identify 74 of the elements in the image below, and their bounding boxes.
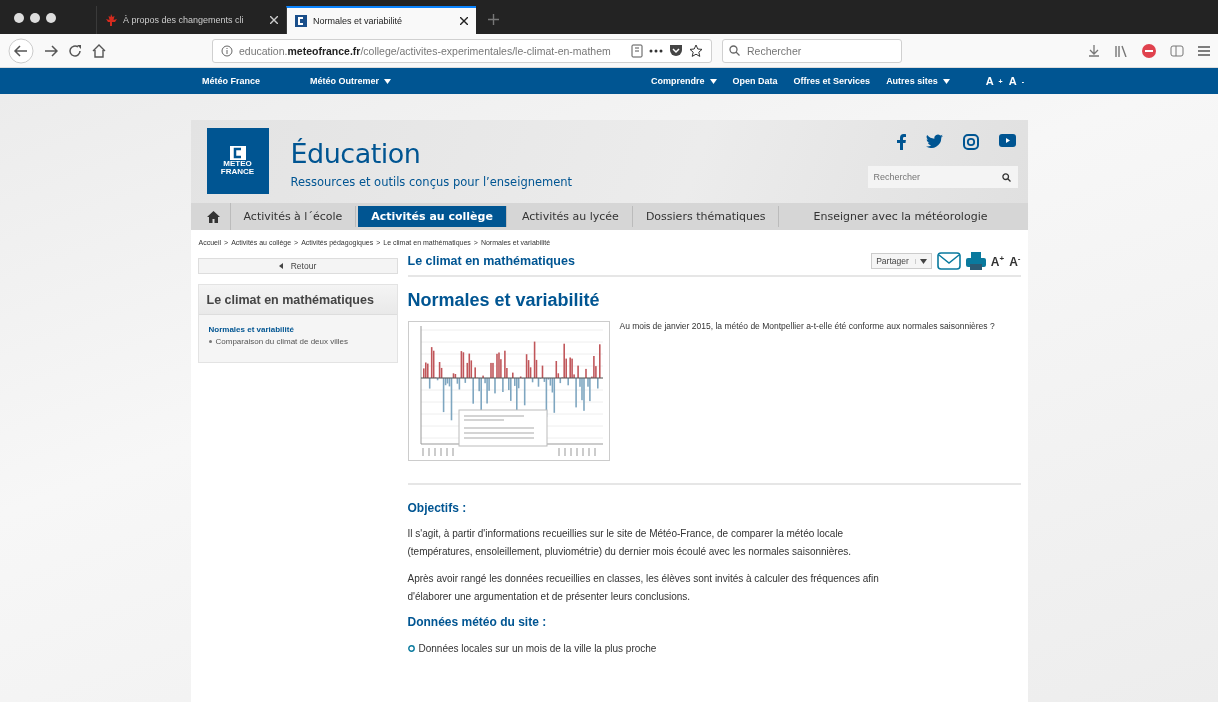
font-size-button[interactable]: A$^{-}$ [1009,253,1021,269]
share-button[interactable]: Partager [871,253,932,269]
logo-text: FRANCE [220,168,255,177]
nav-tab[interactable]: Dossiers thématiques [632,206,780,227]
nav-tab[interactable]: Enseigner avec la météorologie [779,206,1022,227]
more-icon[interactable] [649,48,663,53]
download-icon[interactable] [1088,44,1100,57]
back-button[interactable]: Retour [197,258,398,274]
nav-tab[interactable]: Activités au collège [358,206,507,227]
site-subtitle: Ressources et outils conçus pour l’enseignement [290,175,573,189]
youtube-icon[interactable] [998,134,1016,147]
url-text: education.meteofrance.fr/college/activites-experimentales/le-climat-en-mathem [239,44,612,57]
home-icon[interactable] [206,210,220,223]
section-title: Le climat en mathématiques [407,254,575,268]
reload-icon[interactable] [68,43,82,58]
site-search-field[interactable]: Rechercher [867,166,1018,188]
search-icon[interactable] [1001,173,1011,182]
site-nav-link[interactable]: Comprendre [651,76,717,86]
twitter-icon[interactable] [925,134,943,148]
site-title: Éducation [290,138,422,169]
site-nav-link[interactable]: Autres sites [886,76,950,86]
font-size-button[interactable]: A$^{+}$ [985,75,1003,87]
new-tab-icon[interactable] [488,14,499,25]
site-favicon-icon [295,15,307,27]
info-icon [221,44,233,57]
site-nav-link[interactable]: Offres et Services [793,76,871,86]
reader-view-icon[interactable] [631,43,643,58]
caret-icon [709,78,717,84]
tab-title: À propos des changements cli [123,15,245,25]
stop-sign-icon[interactable] [1142,43,1156,58]
site-logo[interactable]: METEO FRANCE [206,128,269,194]
nav-tab[interactable]: Activités au lycée [508,206,633,227]
logo-mark-icon [229,145,246,160]
home-icon[interactable] [92,43,106,58]
article-title: Normales et variabilité [407,290,601,311]
font-size-button[interactable]: A$^{+}$ [990,253,1005,269]
font-size-button[interactable]: A$^{-}$ [1008,75,1024,87]
sidebar-icon[interactable] [1170,44,1184,57]
bullet-icon [407,645,415,652]
browser-tab[interactable]: Normales et variabilité [286,6,476,34]
library-icon[interactable] [1114,44,1128,57]
bar-chart-thumbnail-drawing[interactable] [407,321,610,461]
site-nav-link[interactable]: Météo Outremer [310,76,392,86]
section-heading: Objectifs : [407,501,468,515]
close-tab-icon[interactable] [460,17,468,25]
tab-title: Normales et variabilité [313,16,404,26]
sidebar-link[interactable]: Normales et variabilité [208,324,387,336]
pocket-icon[interactable] [669,44,683,57]
paragraph: Après avoir rangé les données recueillies en classes, les élèves sont invités à calculer des fréquences afin d'élaborer une argumentation et de présenter leurs conclusions. [407,572,880,604]
nav-tab[interactable]: Activités à l´école [230,206,357,227]
maple-leaf-icon [105,14,117,26]
site-nav-link[interactable]: Météo France [202,76,261,86]
intro-text: Au mois de janvier 2015, la météo de Montpellier a-t-elle été conforme aux normales saisonnières ? [619,321,995,333]
list-item: Données locales sur un mois de la ville la plus proche [418,643,657,654]
caret-icon [942,78,950,84]
logo-text: METEO [223,159,252,168]
instagram-icon[interactable] [962,134,979,150]
email-icon[interactable] [936,252,961,270]
caret-icon [384,78,392,84]
site-nav-link[interactable]: Open Data [732,76,778,86]
star-icon[interactable] [689,43,703,58]
paragraph: Il s'agit, à partir d'informations recueillies sur le site de Météo-France, de comparer la météo locale (températures, ensoleillement, pluviométrie) du dernier mois écoulé avec les normales saisonnières. [407,527,853,559]
back-icon[interactable] [8,37,34,64]
address-bar[interactable]: education.meteofrance.fr/college/activites-experimentales/le-climat-en-mathem [212,38,712,63]
bullet-icon [208,340,212,343]
search-field[interactable]: Rechercher [722,38,902,63]
forward-icon[interactable] [44,43,58,58]
caret-icon [919,258,927,264]
caret-left-icon [278,263,283,269]
facebook-icon[interactable] [896,134,906,150]
menu-icon[interactable] [1198,45,1210,56]
sidebar-link[interactable]: Comparaison du climat de deux villes [208,336,387,348]
section-heading: Données météo du site : [407,615,548,629]
print-icon[interactable] [965,252,986,270]
